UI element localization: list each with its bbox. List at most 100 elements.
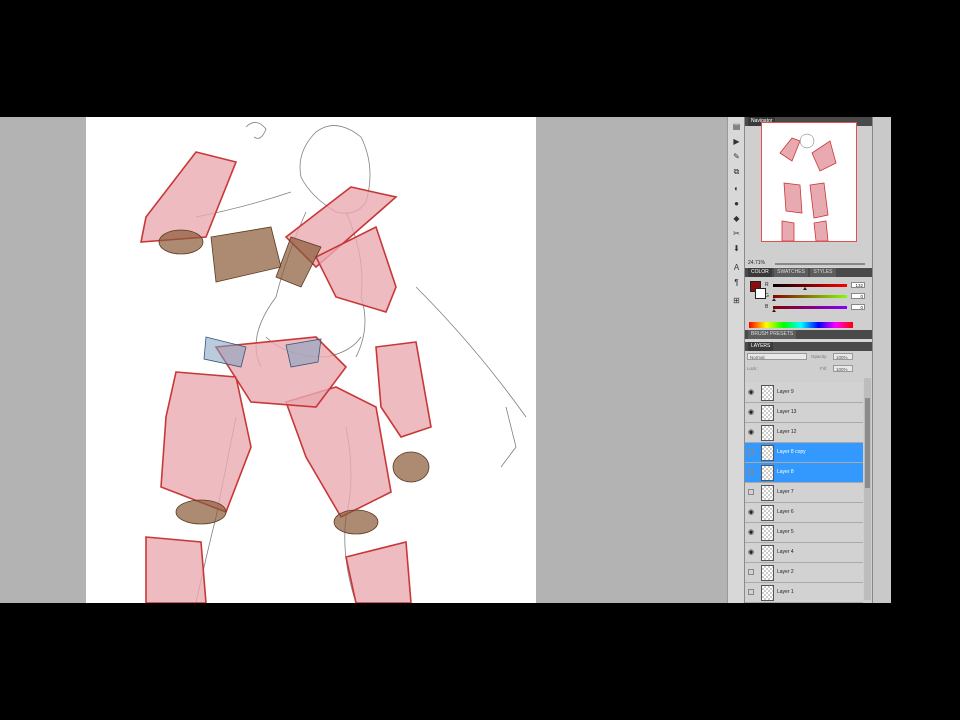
lock-label: Lock: <box>747 366 758 371</box>
layer-row[interactable]: Layer 1 <box>745 583 863 603</box>
actions-icon[interactable]: ▶ <box>730 136 743 147</box>
blend-mode-select[interactable]: Normal <box>747 353 807 360</box>
layer-name: Layer 4 <box>777 549 794 555</box>
tab-color[interactable]: COLOR <box>748 268 772 277</box>
green-value-field[interactable]: 0 <box>851 293 865 299</box>
blue-label: B <box>765 304 769 310</box>
red-value-field[interactable]: 132 <box>851 282 865 288</box>
info-icon[interactable]: ⊞ <box>730 295 743 306</box>
history-icon[interactable]: ▤ <box>730 121 743 132</box>
navigator-zoom-slider[interactable] <box>775 263 865 265</box>
visibility-toggle[interactable] <box>748 489 754 495</box>
tab-layers[interactable]: LAYERS <box>748 342 774 351</box>
canvas[interactable] <box>86 117 536 603</box>
red-slider[interactable] <box>773 284 847 287</box>
eye-icon[interactable]: ◉ <box>748 549 755 556</box>
layers-scrollbar[interactable] <box>864 378 871 600</box>
green-slider[interactable] <box>773 295 847 298</box>
layer-thumbnail <box>761 525 774 541</box>
fill-field[interactable]: 100% <box>833 365 853 372</box>
paragraph-mark-icon[interactable]: ¶ <box>730 277 743 288</box>
3d-icon[interactable]: ✂ <box>730 228 743 239</box>
opacity-field[interactable]: 100% <box>833 353 853 360</box>
layer-thumbnail <box>761 545 774 561</box>
navigator-panel: Navigator 24.71% <box>745 117 872 267</box>
layer-row[interactable]: Layer 2 <box>745 563 863 583</box>
blue-slider[interactable] <box>773 306 847 309</box>
layer-list: ◉ Layer 9 ◉ Layer 13 ◉ Layer 12 Layer 8 copy La… <box>745 383 863 603</box>
red-slider-knob[interactable] <box>803 287 807 290</box>
layer-thumbnail <box>761 485 774 501</box>
red-slider-row: R 132 <box>765 282 870 290</box>
layer-row[interactable]: ◉ Layer 6 <box>745 503 863 523</box>
color-panel: COLOR SWATCHES STYLES R 132 G 0 B 0 <box>745 268 872 330</box>
layer-thumbnail <box>761 405 774 421</box>
eye-icon[interactable]: ◉ <box>748 509 755 516</box>
layer-row[interactable]: ◉ Layer 12 <box>745 423 863 443</box>
visibility-toggle[interactable] <box>748 469 754 475</box>
layer-name: Layer 8 copy <box>777 449 806 455</box>
layer-row[interactable]: ◉ Layer 5 <box>745 523 863 543</box>
layer-name: Layer 1 <box>777 589 794 595</box>
layer-thumbnail <box>761 565 774 581</box>
layer-name: Layer 6 <box>777 509 794 515</box>
tab-styles[interactable]: STYLES <box>810 268 836 277</box>
layer-row[interactable]: ◉ Layer 4 <box>745 543 863 563</box>
brush-icon[interactable]: ✎ <box>730 151 743 162</box>
layer-name: Layer 13 <box>777 409 797 415</box>
green-slider-knob[interactable] <box>772 298 776 301</box>
eye-icon[interactable]: ◉ <box>748 389 755 396</box>
panel-icon-dock: ▤ ▶ ✎ ⧉ ◐ ● ◆ ✂ ⬇ A ¶ ⊞ <box>727 117 745 603</box>
layer-name: Layer 12 <box>777 429 797 435</box>
layer-row[interactable]: Layer 8 <box>745 463 863 483</box>
paragraph-icon[interactable]: A <box>730 262 743 273</box>
adjustments-icon[interactable]: ◐ <box>730 183 743 194</box>
layer-row[interactable]: Layer 7 <box>745 483 863 503</box>
tab-swatches[interactable]: SWATCHES <box>774 268 808 277</box>
masks-icon[interactable]: ● <box>730 198 743 209</box>
clone-source-icon[interactable]: ⧉ <box>730 166 743 177</box>
styles-icon[interactable]: ◆ <box>730 213 743 224</box>
visibility-toggle[interactable] <box>748 569 754 575</box>
layer-name: Layer 7 <box>777 489 794 495</box>
layers-header: LAYERS <box>745 342 872 351</box>
layers-scroll-thumb[interactable] <box>865 398 870 488</box>
red-label: R <box>765 282 769 288</box>
opacity-label: Opacity: <box>811 354 828 359</box>
blue-value-field[interactable]: 0 <box>851 304 865 310</box>
visibility-toggle[interactable] <box>748 449 754 455</box>
layer-thumbnail <box>761 385 774 401</box>
layer-row[interactable]: ◉ Layer 13 <box>745 403 863 423</box>
blue-slider-row: B 0 <box>765 304 870 312</box>
brush-presets-header: BRUSH PRESETS <box>745 330 872 339</box>
color-panel-tabs: COLOR SWATCHES STYLES <box>745 268 872 277</box>
tab-brush-presets[interactable]: BRUSH PRESETS <box>748 330 797 339</box>
visibility-toggle[interactable] <box>748 589 754 595</box>
right-panels: Navigator 24.71% COLOR SWATCHES STYLES R… <box>744 117 873 603</box>
layer-name: Layer 8 <box>777 469 794 475</box>
green-slider-row: G 0 <box>765 293 870 301</box>
layer-row[interactable]: ◉ Layer 9 <box>745 383 863 403</box>
document-workspace[interactable] <box>0 117 744 603</box>
navigator-preview <box>779 133 837 241</box>
eye-icon[interactable]: ◉ <box>748 409 755 416</box>
character-icon[interactable]: ⬇ <box>730 243 743 254</box>
navigator-thumbnail[interactable] <box>761 122 857 242</box>
layer-thumbnail <box>761 445 774 461</box>
blue-slider-knob[interactable] <box>772 309 776 312</box>
layer-name: Layer 9 <box>777 389 794 395</box>
layer-thumbnail <box>761 505 774 521</box>
navigator-zoom-value[interactable]: 24.71% <box>748 260 765 266</box>
layer-row[interactable]: Layer 8 copy <box>745 443 863 463</box>
eye-icon[interactable]: ◉ <box>748 529 755 536</box>
color-spectrum-bar[interactable] <box>749 322 853 328</box>
sketch-artwork <box>140 122 527 603</box>
green-label: G <box>765 293 769 299</box>
layers-panel: LAYERS Normal Opacity: 100% Lock: Fill: … <box>745 342 872 603</box>
eye-icon[interactable]: ◉ <box>748 429 755 436</box>
layer-thumbnail <box>761 465 774 481</box>
layer-thumbnail <box>761 585 774 601</box>
layer-name: Layer 5 <box>777 529 794 535</box>
layer-thumbnail <box>761 425 774 441</box>
fill-label: Fill: <box>820 366 827 371</box>
